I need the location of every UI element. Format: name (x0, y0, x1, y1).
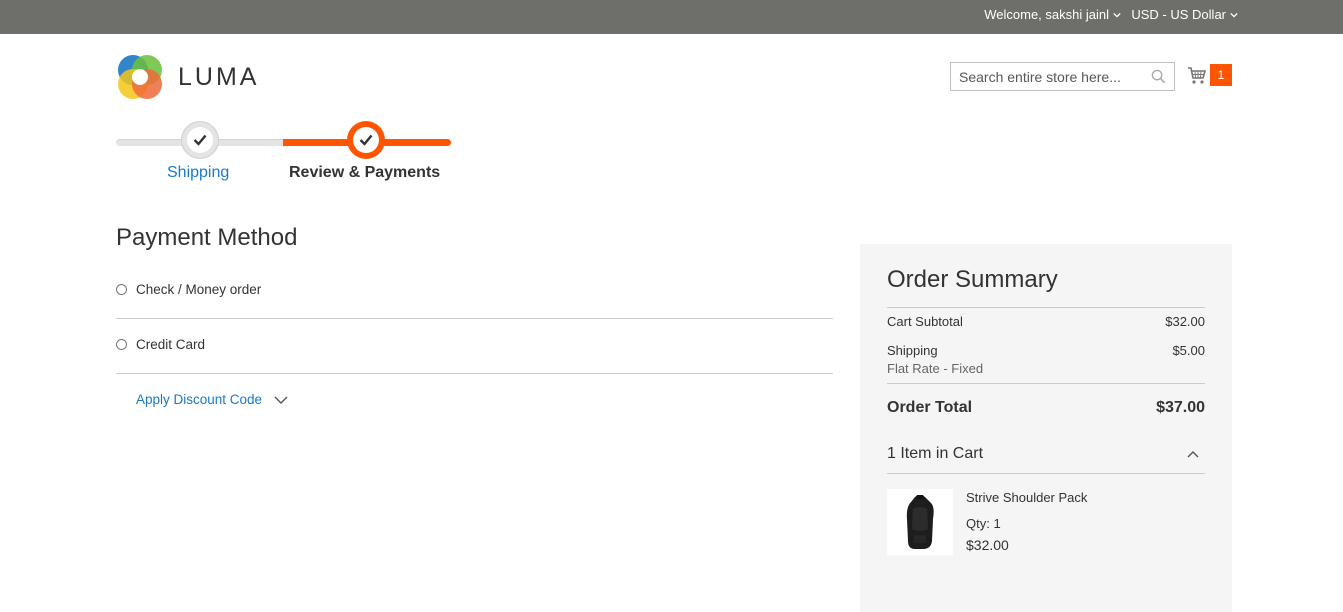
total-label: Order Total (887, 399, 973, 416)
product-price: $32.00 (966, 537, 1009, 553)
payment-option-checkmo[interactable]: Check / Money order (116, 282, 261, 297)
chevron-down-icon (1113, 12, 1121, 18)
chevron-up-icon (1187, 451, 1199, 458)
step-shipping-link[interactable]: Shipping (167, 164, 229, 182)
step-review-marker (347, 121, 385, 159)
order-total-row: Order Total $37.00 (887, 399, 1205, 417)
cart-subtotal-row: Cart Subtotal $32.00 (887, 314, 1205, 329)
cart-icon (1188, 67, 1207, 84)
divider (116, 318, 833, 319)
search-box (950, 62, 1175, 91)
welcome-text: Welcome, sakshi jainl (984, 7, 1109, 22)
check-icon (359, 134, 373, 146)
step-shipping-marker (181, 121, 219, 159)
backpack-image (887, 489, 953, 555)
divider (887, 473, 1205, 474)
subtotal-value: $32.00 (1165, 314, 1205, 329)
payment-option-label: Credit Card (136, 337, 206, 352)
payment-method-title: Payment Method (116, 224, 298, 251)
logo-text: LUMA (178, 62, 260, 91)
shipping-label: Shipping (887, 343, 938, 358)
luma-logo-icon (118, 55, 162, 99)
minicart[interactable]: 1 (1187, 63, 1233, 87)
items-in-cart-label: 1 Item in Cart (887, 445, 984, 462)
shipping-value: $5.00 (1172, 343, 1205, 358)
product-image (887, 489, 953, 555)
payment-option-label: Check / Money order (136, 282, 262, 297)
product-qty: Qty: 1 (966, 516, 1001, 531)
divider (116, 373, 833, 374)
subtotal-label: Cart Subtotal (887, 314, 963, 329)
divider (887, 383, 1205, 384)
radio-checkmo[interactable] (116, 284, 127, 295)
shipping-row: Shipping Flat Rate - Fixed $5.00 (887, 343, 1205, 376)
search-input[interactable] (951, 63, 1141, 90)
chevron-down-icon (1230, 12, 1238, 18)
radio-credit-card[interactable] (116, 339, 127, 350)
payment-option-credit-card[interactable]: Credit Card (116, 337, 205, 352)
discount-label: Apply Discount Code (136, 392, 263, 407)
apply-discount-toggle[interactable]: Apply Discount Code (136, 392, 288, 407)
cart-counter: 1 (1210, 64, 1232, 86)
checkout-progress: Shipping Review & Payments (116, 118, 452, 188)
step-review-label: Review & Payments (289, 164, 441, 181)
order-summary: Order Summary Cart Subtotal $32.00 Shipp… (860, 244, 1232, 612)
chevron-down-icon (274, 396, 288, 404)
currency-switcher[interactable]: USD - US Dollar (1131, 7, 1238, 22)
items-in-cart-toggle[interactable]: 1 Item in Cart (887, 445, 1205, 463)
total-value: $37.00 (1156, 399, 1205, 416)
search-icon[interactable] (1151, 69, 1166, 84)
product-name: Strive Shoulder Pack (966, 490, 1088, 505)
currency-label: USD - US Dollar (1131, 7, 1226, 22)
customer-menu[interactable]: Welcome, sakshi jainl (984, 7, 1121, 22)
shipping-method: Flat Rate - Fixed (887, 361, 984, 376)
luma-logo[interactable]: LUMA (116, 54, 266, 100)
check-icon (193, 134, 207, 146)
top-bar: Welcome, sakshi jainl USD - US Dollar (0, 0, 1343, 34)
order-summary-title: Order Summary (887, 266, 1058, 293)
divider (887, 307, 1205, 308)
